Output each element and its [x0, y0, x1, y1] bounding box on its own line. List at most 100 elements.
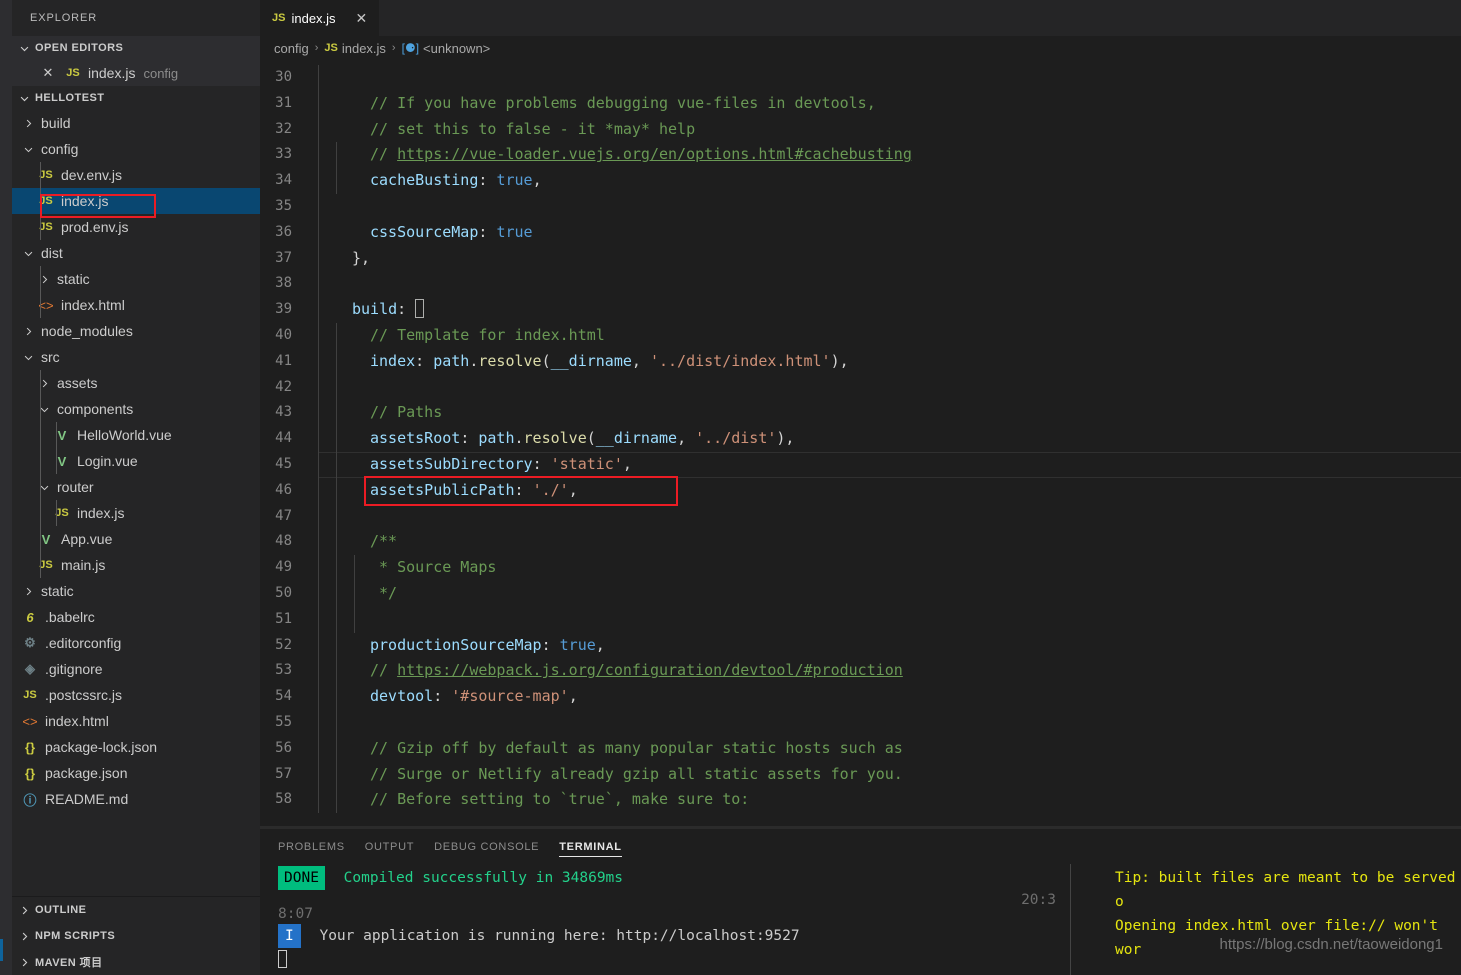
- code-line[interactable]: 51: [260, 607, 1461, 633]
- panel-tab-terminal[interactable]: TERMINAL: [559, 829, 621, 864]
- code-line[interactable]: 56// Gzip off by default as many popular…: [260, 736, 1461, 762]
- code-text[interactable]: // Gzip off by default as many popular s…: [318, 736, 903, 762]
- code-text[interactable]: // https://vue-loader.vuejs.org/en/optio…: [318, 142, 912, 168]
- code-text[interactable]: assetsSubDirectory: 'static',: [318, 452, 632, 478]
- code-line[interactable]: 35: [260, 194, 1461, 220]
- code-text[interactable]: [318, 710, 370, 736]
- tree-item-build[interactable]: build: [12, 110, 260, 136]
- code-line[interactable]: 39build:: [260, 297, 1461, 323]
- tree-item-index-js[interactable]: JSindex.js: [12, 500, 260, 526]
- code-line[interactable]: 54devtool: '#source-map',: [260, 684, 1461, 710]
- code-line[interactable]: 43// Paths: [260, 400, 1461, 426]
- sidebar-bottom-sections[interactable]: OUTLINE NPM SCRIPTS MAVEN 项目: [12, 896, 260, 975]
- code-text[interactable]: },: [318, 246, 370, 272]
- tree-item-node-modules[interactable]: node_modules: [12, 318, 260, 344]
- chevron-right-icon[interactable]: [36, 375, 52, 391]
- code-text[interactable]: assetsPublicPath: './',: [318, 478, 578, 504]
- sidebar-item-outline[interactable]: OUTLINE: [12, 897, 260, 923]
- activity-bar[interactable]: [0, 0, 12, 975]
- code-line[interactable]: 32// set this to false - it *may* help: [260, 117, 1461, 143]
- code-text[interactable]: devtool: '#source-map',: [318, 684, 578, 710]
- chevron-right-icon[interactable]: [36, 271, 52, 287]
- tree-item-config[interactable]: config: [12, 136, 260, 162]
- code-line[interactable]: 34cacheBusting: true,: [260, 168, 1461, 194]
- breadcrumb-file[interactable]: index.js: [342, 41, 386, 56]
- code-text[interactable]: // set this to false - it *may* help: [318, 117, 695, 143]
- code-line[interactable]: 52productionSourceMap: true,: [260, 633, 1461, 659]
- tree-item-dist[interactable]: dist: [12, 240, 260, 266]
- code-text[interactable]: productionSourceMap: true,: [318, 633, 605, 659]
- code-line[interactable]: 41index: path.resolve(__dirname, '../dis…: [260, 349, 1461, 375]
- tree-item-index-html[interactable]: <>index.html: [12, 292, 260, 318]
- code-text[interactable]: */: [318, 581, 397, 607]
- code-text[interactable]: // Before setting to `true`, make sure t…: [318, 787, 749, 813]
- code-line[interactable]: 55: [260, 710, 1461, 736]
- code-line[interactable]: 48/**: [260, 529, 1461, 555]
- chevron-right-icon[interactable]: [20, 583, 36, 599]
- sidebar-item-maven[interactable]: MAVEN 项目: [12, 949, 260, 975]
- code-editor[interactable]: 3031// If you have problems debugging vu…: [260, 60, 1461, 828]
- bottom-panel[interactable]: PROBLEMSOUTPUTDEBUG CONSOLETERMINAL DONE…: [260, 828, 1461, 975]
- editor-tab-bar[interactable]: JS index.js ✕: [260, 0, 1461, 36]
- terminal-right[interactable]: Tip: built files are meant to be served …: [1070, 864, 1461, 975]
- chevron-right-icon[interactable]: [20, 323, 36, 339]
- code-line[interactable]: 31// If you have problems debugging vue-…: [260, 91, 1461, 117]
- code-line[interactable]: 37},: [260, 246, 1461, 272]
- code-line[interactable]: 50 */: [260, 581, 1461, 607]
- tree-item--editorconfig[interactable]: ⚙.editorconfig: [12, 630, 260, 656]
- code-text[interactable]: // Template for index.html: [318, 323, 605, 349]
- tree-item-router[interactable]: router: [12, 474, 260, 500]
- tree-item-index-html[interactable]: <>index.html: [12, 708, 260, 734]
- code-text[interactable]: cssSourceMap: true: [318, 220, 533, 246]
- sidebar-item-npm-scripts[interactable]: NPM SCRIPTS: [12, 923, 260, 949]
- tree-item-static[interactable]: static: [12, 266, 260, 292]
- code-line[interactable]: 58// Before setting to `true`, make sure…: [260, 787, 1461, 813]
- code-line[interactable]: 57// Surge or Netlify already gzip all s…: [260, 762, 1461, 788]
- code-line[interactable]: 46assetsPublicPath: './',: [260, 478, 1461, 504]
- chevron-down-icon[interactable]: [36, 479, 52, 495]
- tree-item-index-js[interactable]: JSindex.js: [12, 188, 260, 214]
- breadcrumb-folder[interactable]: config: [274, 41, 309, 56]
- open-editor-item[interactable]: ✕ JS index.js config: [12, 60, 260, 86]
- chevron-right-icon[interactable]: [20, 115, 36, 131]
- breadcrumb-symbol[interactable]: <unknown>: [423, 41, 490, 56]
- code-line[interactable]: 30: [260, 65, 1461, 91]
- panel-tab-problems[interactable]: PROBLEMS: [278, 829, 345, 864]
- code-line[interactable]: 38: [260, 271, 1461, 297]
- code-line[interactable]: 40// Template for index.html: [260, 323, 1461, 349]
- panel-body[interactable]: DONE Compiled successfully in 34869ms 8:…: [260, 864, 1461, 975]
- tree-item-src[interactable]: src: [12, 344, 260, 370]
- tree-item--gitignore[interactable]: ◈.gitignore: [12, 656, 260, 682]
- panel-tab-bar[interactable]: PROBLEMSOUTPUTDEBUG CONSOLETERMINAL: [260, 829, 1461, 864]
- code-text[interactable]: // If you have problems debugging vue-fi…: [318, 91, 876, 117]
- tree-item-assets[interactable]: assets: [12, 370, 260, 396]
- explorer-sidebar[interactable]: EXPLORER OPEN EDITORS ✕ JS index.js conf…: [12, 0, 260, 975]
- code-text[interactable]: build:: [318, 297, 424, 323]
- tree-item-helloworld-vue[interactable]: VHelloWorld.vue: [12, 422, 260, 448]
- tree-item-prod-env-js[interactable]: JSprod.env.js: [12, 214, 260, 240]
- terminal-left[interactable]: DONE Compiled successfully in 34869ms 8:…: [260, 864, 1070, 975]
- tab-index-js[interactable]: JS index.js ✕: [260, 0, 380, 36]
- open-editors-header[interactable]: OPEN EDITORS: [12, 36, 260, 60]
- file-tree[interactable]: buildconfigJSdev.env.jsJSindex.jsJSprod.…: [12, 110, 260, 812]
- code-text[interactable]: // https://webpack.js.org/configuration/…: [318, 658, 903, 684]
- panel-tab-output[interactable]: OUTPUT: [365, 829, 414, 864]
- code-text[interactable]: // Paths: [318, 400, 442, 426]
- code-text[interactable]: /**: [318, 529, 397, 555]
- chevron-down-icon[interactable]: [20, 141, 36, 157]
- project-header[interactable]: HELLOTEST: [12, 86, 260, 110]
- code-text[interactable]: // Surge or Netlify already gzip all sta…: [318, 762, 903, 788]
- code-text[interactable]: [318, 607, 370, 633]
- code-text[interactable]: * Source Maps: [318, 555, 496, 581]
- code-line[interactable]: 47: [260, 504, 1461, 530]
- code-text[interactable]: [318, 504, 370, 530]
- code-lines[interactable]: 3031// If you have problems debugging vu…: [260, 60, 1461, 828]
- code-text[interactable]: [318, 271, 334, 297]
- chevron-down-icon[interactable]: [20, 245, 36, 261]
- code-line[interactable]: 42: [260, 375, 1461, 401]
- code-line[interactable]: 36cssSourceMap: true: [260, 220, 1461, 246]
- project-section[interactable]: HELLOTEST buildconfigJSdev.env.jsJSindex…: [12, 86, 260, 812]
- tree-item--postcssrc-js[interactable]: JS.postcssrc.js: [12, 682, 260, 708]
- breadcrumb[interactable]: config › JS index.js › [⚈] <unknown>: [260, 36, 1461, 60]
- code-text[interactable]: [318, 65, 334, 91]
